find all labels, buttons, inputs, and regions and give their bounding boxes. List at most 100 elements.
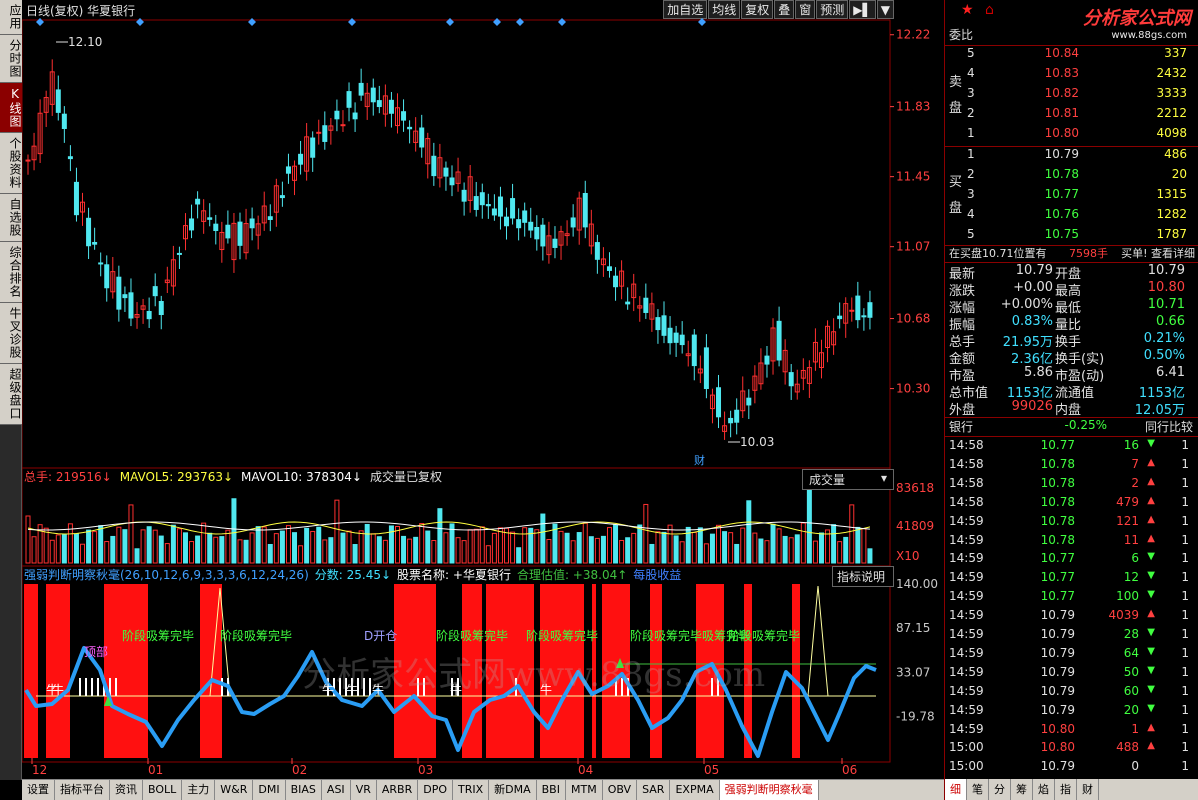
candle-body [522, 210, 528, 223]
sidebar-tab-2[interactable]: K线图 [0, 83, 22, 133]
tick-count: 1 [1181, 627, 1189, 641]
bottom-tab-2[interactable]: 资讯 [110, 780, 143, 800]
open-position-label: D开仓 [364, 629, 397, 643]
volume-bar [770, 523, 776, 564]
bottom-tab-12[interactable]: TRIX [453, 780, 490, 800]
indicator-axis-label: 140.00 [896, 577, 938, 591]
tick-count: 1 [1181, 608, 1189, 623]
indicator-band [24, 584, 38, 758]
sector-compare-button[interactable]: 同行比较 [1145, 418, 1193, 435]
volume-bar [849, 504, 855, 564]
volume-bar [831, 524, 837, 564]
tick-time: 15:00 [949, 740, 984, 755]
bottom-tab-8[interactable]: ASI [322, 780, 351, 800]
quote-tab-6[interactable]: 财 [1077, 779, 1099, 800]
notice-link[interactable]: 买单! 查看详细 [1121, 245, 1195, 261]
volume-bar [564, 532, 570, 564]
candle-body [61, 113, 67, 129]
volume-bar [576, 532, 582, 564]
tick-row: 14:59 10.77 100 ▼ 1 [945, 589, 1198, 608]
finance-marker[interactable]: 财 [694, 453, 705, 467]
bottom-tab-1[interactable]: 指标平台 [55, 780, 110, 800]
buy-price: 10.77 [1044, 187, 1079, 201]
kline-chart-area[interactable]: 12.22 11.83 11.45 11.07 10.68 10.30 12.10 10.03… [22, 0, 944, 779]
arrow-up-icon: ▲ [1147, 608, 1155, 620]
weibi-row: 委比 [945, 26, 1198, 45]
volume-bar [231, 498, 237, 564]
indicator-legend-legend_score: 分数: 25.45↓ [315, 567, 391, 582]
volume-bar [491, 532, 497, 564]
bottom-tab-13[interactable]: 新DMA [489, 780, 537, 800]
sell-volume: 3333 [1156, 86, 1187, 100]
tick-price: 10.77 [1040, 438, 1075, 452]
sell-level-row: 2 10.81 2212 [945, 106, 1198, 125]
quote-tab-0[interactable]: 细 [945, 779, 967, 800]
quote-tab-3[interactable]: 筹 [1011, 779, 1033, 800]
volume-bar [382, 539, 388, 564]
volume-dropdown[interactable]: 成交量 ▾ [802, 469, 894, 490]
bottom-tab-0[interactable]: 设置 [22, 780, 55, 800]
bottom-tab-16[interactable]: OBV [603, 780, 638, 800]
volume-bar [516, 547, 522, 564]
volume-bar [189, 541, 195, 564]
tick-time: 14:59 [949, 702, 984, 717]
quote-tab-5[interactable]: 指 [1055, 779, 1077, 800]
candle-body [703, 347, 709, 390]
bottom-tab-11[interactable]: DPO [418, 780, 453, 800]
watermark: 分析家公式网www.88gs.com [302, 655, 765, 695]
star-icon[interactable]: ★ [961, 2, 974, 18]
tick-row: 14:59 10.78 121 ▲ 1 [945, 514, 1198, 533]
candle-body [195, 198, 201, 205]
buy-level-row: 1 10.79 486 [945, 147, 1198, 166]
tick-volume: 1 [1131, 721, 1139, 736]
sidebar-tab-3[interactable]: 个股资料 [0, 133, 22, 194]
sidebar-tab-label: 综合排名 [8, 246, 22, 298]
quote-tab-4[interactable]: 焰 [1033, 779, 1055, 800]
bottom-tab-4[interactable]: 主力 [182, 780, 216, 800]
sidebar-tab-4[interactable]: 自选股 [0, 194, 22, 242]
bottom-tab-7[interactable]: BIAS [286, 780, 322, 800]
candle-body [849, 309, 855, 312]
indicator-legend-legend_name: 强弱判断明察秋毫(26,10,12,6,9,3,3,3,6,12,24,26) [24, 567, 309, 582]
tick-volume: 479 [1116, 494, 1139, 509]
bottom-tab-3[interactable]: BOLL [143, 780, 183, 800]
sidebar-tab-7[interactable]: 超级盘口 [0, 364, 22, 425]
tick-row: 14:58 10.78 2 ▲ 1 [945, 476, 1198, 495]
candle-body [570, 217, 576, 228]
candle-body [346, 91, 352, 108]
volume-bar [164, 543, 170, 564]
tick-volume: 11 [1123, 532, 1139, 547]
sidebar-tab-6[interactable]: 牛叉诊股 [0, 303, 22, 364]
price-axis-label: 10.30 [896, 382, 930, 396]
tick-time: 14:58 [949, 456, 984, 471]
bottom-tab-17[interactable]: SAR [637, 780, 671, 800]
tick-count: 1 [1181, 532, 1189, 547]
bottom-tab-14[interactable]: BBI [537, 780, 566, 800]
sidebar-tab-5[interactable]: 综合排名 [0, 242, 22, 303]
volume-bar [455, 537, 461, 564]
indicator-explain-button[interactable]: 指标说明 [832, 566, 894, 587]
quote-tab-2[interactable]: 分 [989, 779, 1011, 800]
tick-row: 15:00 10.79 0 1 [945, 759, 1198, 778]
bottom-tab-15[interactable]: MTM [566, 780, 603, 800]
volume-bar [419, 523, 425, 564]
sidebar-tab-0[interactable]: 应用 [0, 0, 22, 35]
bottom-tab-19[interactable]: 强弱判断明察秋毫 [719, 780, 819, 800]
sell-level-number: 5 [967, 46, 975, 60]
candle-body [510, 198, 516, 219]
bottom-tab-9[interactable]: VR [351, 780, 377, 800]
candle-body [679, 334, 685, 346]
quote-tab-1[interactable]: 笔 [967, 779, 989, 800]
bottom-tab-5[interactable]: W&R [215, 780, 254, 800]
tick-time: 14:59 [949, 513, 984, 528]
tick-time: 14:59 [949, 532, 984, 547]
top-label: 顶部 [84, 644, 108, 659]
tick-count: 1 [1181, 513, 1189, 528]
arrow-up-icon: ▲ [1147, 532, 1155, 544]
bottom-tab-6[interactable]: DMI [253, 780, 286, 800]
sidebar-tab-1[interactable]: 分时图 [0, 35, 22, 83]
bottom-tab-10[interactable]: ARBR [377, 780, 419, 800]
bottom-tab-18[interactable]: EXPMA [670, 780, 720, 800]
volume-bar [116, 526, 122, 564]
home-icon[interactable]: ⌂ [985, 2, 994, 18]
